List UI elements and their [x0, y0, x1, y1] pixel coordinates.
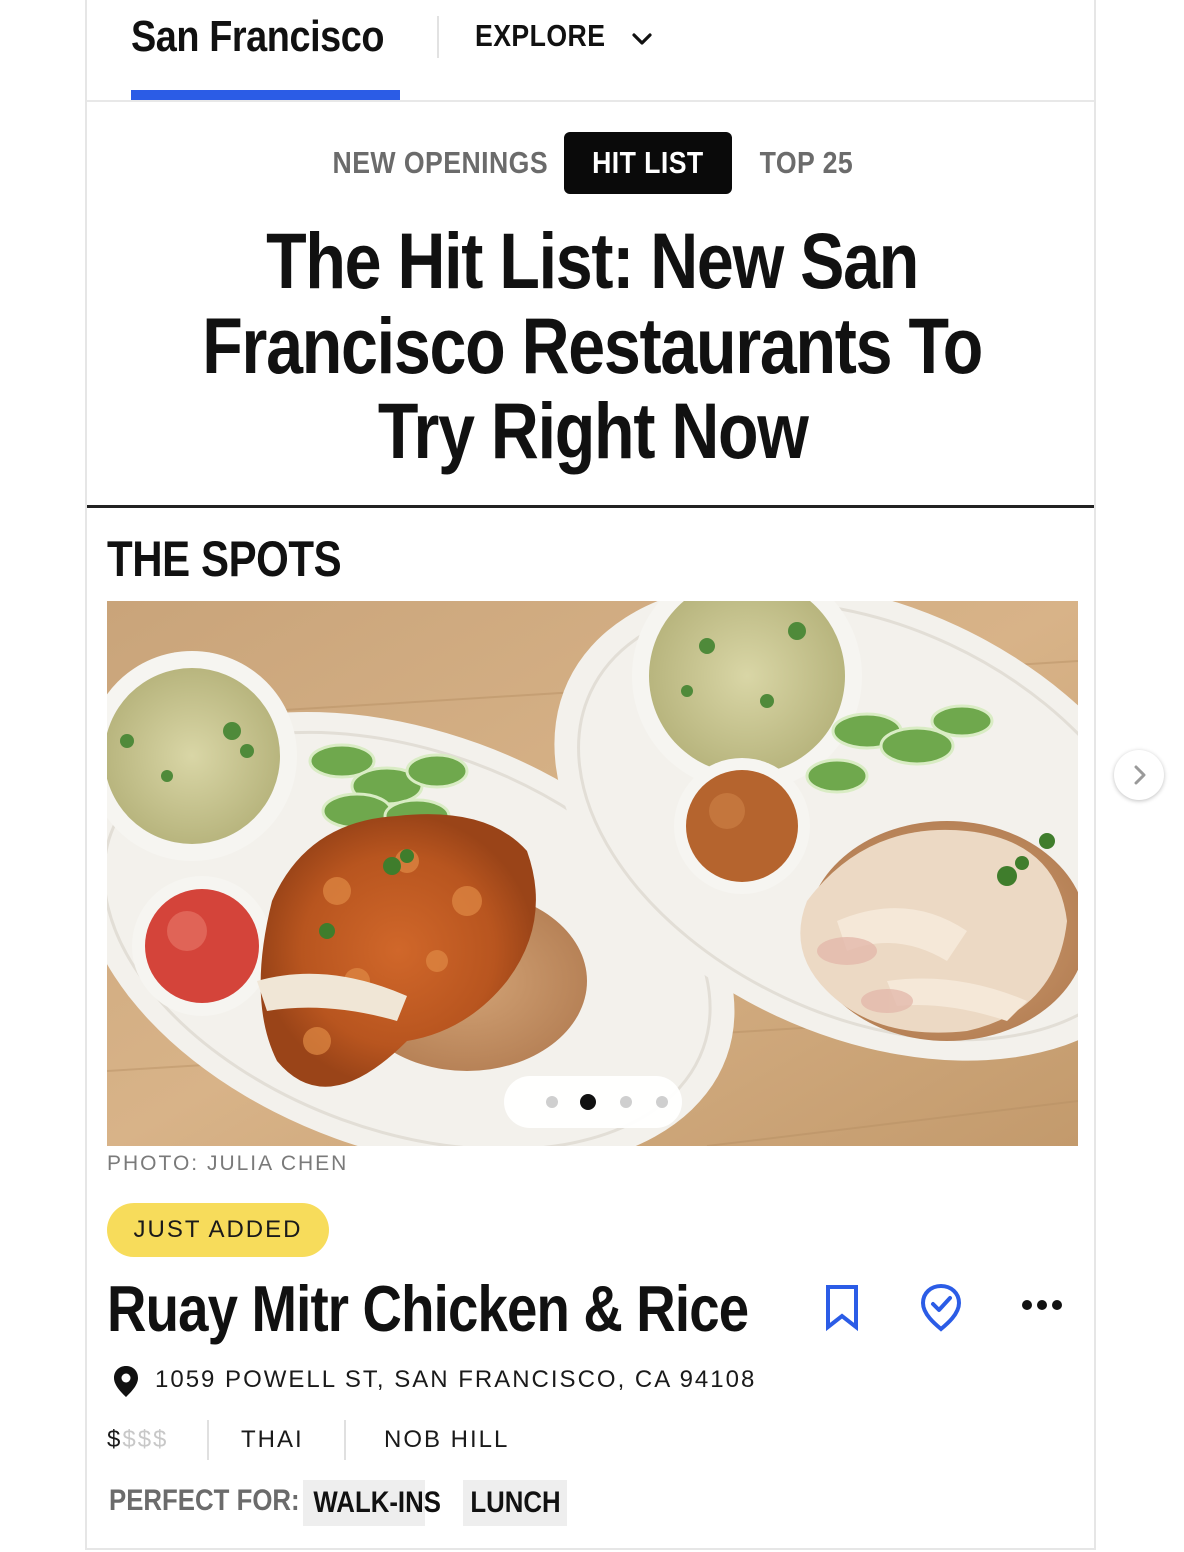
- perfect-for-label: PERFECT FOR:: [109, 1484, 300, 1517]
- neighborhood-tag[interactable]: NOB HILL: [384, 1426, 509, 1454]
- explore-menu[interactable]: EXPLORE: [475, 18, 605, 54]
- page-frame: San Francisco EXPLORE NEW OPENINGS HIT L…: [85, 0, 1096, 1550]
- price-level-inactive: $$$: [122, 1426, 169, 1453]
- tab-bar: NEW OPENINGS HIT LIST TOP 25: [87, 132, 1094, 196]
- perfect-for-chip-walk-ins[interactable]: WALK-INS: [303, 1480, 441, 1526]
- check-badge-icon[interactable]: [919, 1282, 963, 1332]
- restaurant-photo[interactable]: [107, 601, 1078, 1146]
- photo-credit: PHOTO: JULIA CHEN: [107, 1152, 349, 1175]
- tab-top-25[interactable]: TOP 25: [751, 132, 861, 194]
- meta-divider: [344, 1420, 346, 1460]
- carousel-next-button[interactable]: [1114, 750, 1164, 800]
- meta-divider: [207, 1420, 209, 1460]
- page-title: The Hit List: New San Francisco Restaura…: [127, 218, 1058, 473]
- price-level: $$$$: [107, 1426, 168, 1454]
- restaurant-address[interactable]: 1059 POWELL ST, SAN FRANCISCO, CA 94108: [155, 1366, 756, 1394]
- more-icon[interactable]: [1017, 1290, 1067, 1320]
- page-title-line-2: Francisco Restaurants To: [202, 301, 984, 390]
- nav-divider: [437, 16, 439, 58]
- top-nav: San Francisco EXPLORE: [87, 0, 1094, 102]
- restaurant-name[interactable]: Ruay Mitr Chicken & Rice: [107, 1271, 749, 1346]
- chevron-right-icon: [1134, 765, 1146, 785]
- carousel-indicator[interactable]: [504, 1076, 682, 1128]
- city-active-underline: [131, 90, 400, 100]
- city-name[interactable]: San Francisco: [131, 12, 385, 62]
- section-title: THE SPOTS: [107, 531, 342, 587]
- carousel-dot[interactable]: [546, 1096, 558, 1108]
- price-level-active: $: [107, 1426, 123, 1453]
- status-badge: JUST ADDED: [107, 1203, 329, 1257]
- page-title-line-1: The Hit List: New San: [266, 216, 920, 305]
- tab-hit-list[interactable]: HIT LIST: [564, 132, 732, 194]
- page-title-line-3: Try Right Now: [377, 386, 809, 475]
- food-photo-illustration: [107, 601, 1078, 1146]
- carousel-dot[interactable]: [656, 1096, 668, 1108]
- perfect-for-chip-lunch[interactable]: LUNCH: [463, 1480, 567, 1526]
- tab-new-openings[interactable]: NEW OPENINGS: [315, 132, 548, 194]
- carousel-dot-active[interactable]: [580, 1094, 596, 1110]
- location-pin-icon: [114, 1366, 138, 1397]
- section-divider: [87, 505, 1094, 508]
- carousel-dot[interactable]: [620, 1096, 632, 1108]
- bookmark-icon[interactable]: [820, 1283, 864, 1333]
- cuisine-tag[interactable]: THAI: [241, 1426, 304, 1454]
- chevron-down-icon[interactable]: [627, 24, 657, 54]
